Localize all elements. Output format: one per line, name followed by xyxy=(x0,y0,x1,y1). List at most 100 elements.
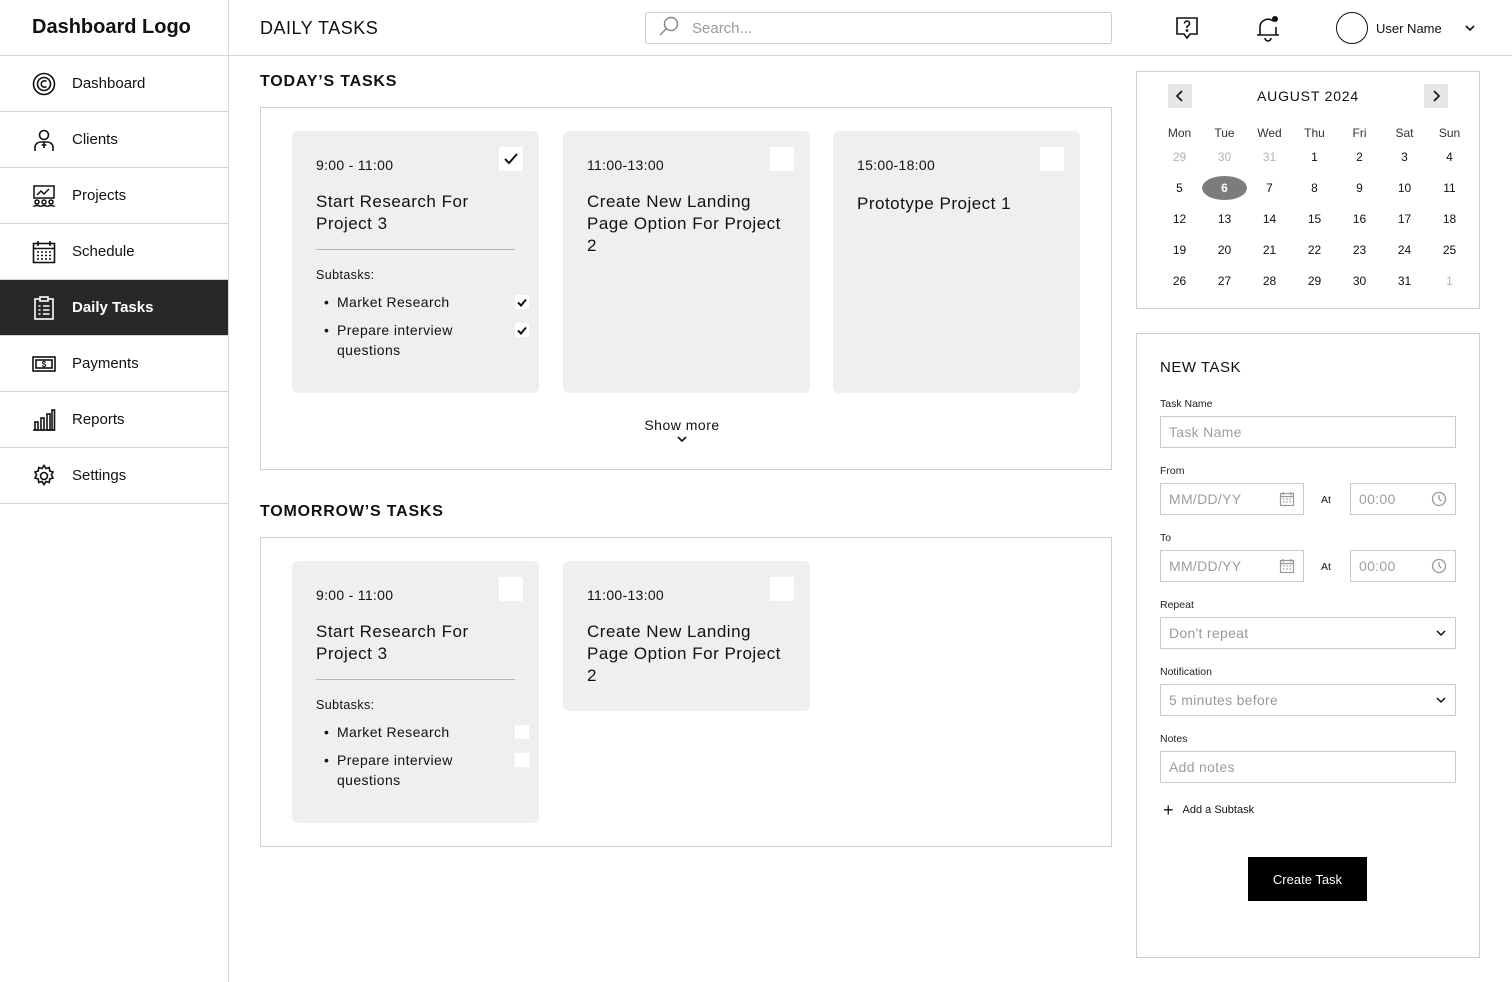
notes-field[interactable] xyxy=(1160,751,1456,783)
calendar-day[interactable]: 23 xyxy=(1337,243,1382,257)
calendar-day[interactable]: 10 xyxy=(1382,181,1427,195)
calendar-day[interactable]: 16 xyxy=(1337,212,1382,226)
calendar-icon[interactable] xyxy=(1279,558,1295,577)
user-menu[interactable]: User Name xyxy=(1336,12,1475,44)
sidebar-item-dashboard[interactable]: Dashboard xyxy=(0,56,228,112)
calendar-day[interactable]: 31 xyxy=(1247,150,1292,164)
task-checkbox[interactable] xyxy=(770,147,794,171)
weekday-label: Tue xyxy=(1214,126,1235,140)
task-card[interactable]: 9:00 - 11:00 Start Research For Project … xyxy=(292,561,539,823)
calendar-day[interactable]: 21 xyxy=(1247,243,1292,257)
task-name-field[interactable] xyxy=(1160,416,1456,448)
calendar-icon xyxy=(32,240,56,264)
add-subtask-button[interactable]: + Add a Subtask xyxy=(1163,801,1254,819)
task-checkbox[interactable] xyxy=(770,577,794,601)
bullet: • xyxy=(324,724,330,740)
subtask-checkbox-checked[interactable] xyxy=(515,295,529,309)
task-card[interactable]: 11:00-13:00 Create New Landing Page Opti… xyxy=(563,131,810,393)
at-label: At xyxy=(1321,494,1331,506)
calendar-day[interactable]: 5 xyxy=(1157,181,1202,195)
calendar-day[interactable]: 14 xyxy=(1247,212,1292,226)
subtask-checkbox[interactable] xyxy=(515,725,529,739)
task-card[interactable]: 9:00 - 11:00 Start Research For Project … xyxy=(292,131,539,393)
calendar-day-selected[interactable]: 6 xyxy=(1202,175,1247,200)
sidebar-item-reports[interactable]: Reports xyxy=(0,392,228,448)
to-date-field[interactable] xyxy=(1160,550,1304,582)
sidebar-item-payments[interactable]: $ Payments xyxy=(0,336,228,392)
notes-input[interactable] xyxy=(1169,759,1455,775)
divider xyxy=(316,679,515,680)
calendar-day[interactable]: 29 xyxy=(1292,274,1337,288)
sidebar-item-schedule[interactable]: Schedule xyxy=(0,224,228,280)
calendar-day[interactable]: 11 xyxy=(1427,181,1472,195)
calendar-day[interactable]: 4 xyxy=(1427,150,1472,164)
calendar-day[interactable]: 31 xyxy=(1382,274,1427,288)
show-more-button[interactable]: Show more xyxy=(261,417,1103,443)
calendar-prev-button[interactable] xyxy=(1168,84,1192,108)
sidebar-item-label: Reports xyxy=(72,411,125,428)
calendar-day[interactable]: 24 xyxy=(1382,243,1427,257)
help-icon[interactable] xyxy=(1172,13,1202,43)
task-checkbox[interactable] xyxy=(499,577,523,601)
calendar-day[interactable]: 28 xyxy=(1247,274,1292,288)
clock-icon[interactable] xyxy=(1431,558,1447,577)
from-date-field[interactable] xyxy=(1160,483,1304,515)
calendar-day[interactable]: 2 xyxy=(1337,150,1382,164)
calendar-day[interactable]: 30 xyxy=(1337,274,1382,288)
sidebar-item-projects[interactable]: Projects xyxy=(0,168,228,224)
calendar-next-button[interactable] xyxy=(1424,84,1448,108)
subtask-label: Prepare interview questions xyxy=(337,752,453,788)
sidebar-item-daily-tasks[interactable]: Daily Tasks xyxy=(0,280,228,336)
calendar-day[interactable]: 9 xyxy=(1337,181,1382,195)
clock-icon[interactable] xyxy=(1431,491,1447,510)
calendar-day[interactable]: 7 xyxy=(1247,181,1292,195)
subtask-checkbox[interactable] xyxy=(515,753,529,767)
dashboard-logo[interactable]: Dashboard Logo xyxy=(0,0,228,56)
checkmark-icon xyxy=(517,298,527,307)
sidebar-item-settings[interactable]: Settings xyxy=(0,448,228,504)
calendar-day[interactable]: 8 xyxy=(1292,181,1337,195)
task-card[interactable]: 11:00-13:00 Create New Landing Page Opti… xyxy=(563,561,810,711)
calendar-day[interactable]: 1 xyxy=(1292,150,1337,164)
calendar-day[interactable]: 12 xyxy=(1157,212,1202,226)
calendar-day[interactable]: 13 xyxy=(1202,212,1247,226)
sidebar-item-label: Projects xyxy=(72,187,127,204)
calendar-day[interactable]: 18 xyxy=(1427,212,1472,226)
calendar-day[interactable]: 15 xyxy=(1292,212,1337,226)
create-task-button[interactable]: Create Task xyxy=(1248,857,1367,901)
calendar-day[interactable]: 26 xyxy=(1157,274,1202,288)
task-checkbox-checked[interactable] xyxy=(499,147,523,171)
notification-bell-icon[interactable] xyxy=(1253,13,1283,43)
calendar-day[interactable]: 25 xyxy=(1427,243,1472,257)
tomorrow-section-title: TOMORROW’S TASKS xyxy=(260,503,444,520)
calendar-day[interactable]: 3 xyxy=(1382,150,1427,164)
repeat-select[interactable]: Don't repeat xyxy=(1160,617,1456,649)
from-time-field[interactable] xyxy=(1350,483,1456,515)
calendar-icon[interactable] xyxy=(1279,491,1295,510)
checkmark-icon xyxy=(504,153,518,165)
calendar-day[interactable]: 19 xyxy=(1157,243,1202,257)
weekday-label: Wed xyxy=(1257,126,1282,140)
at-label: At xyxy=(1321,561,1331,573)
calendar-day[interactable]: 22 xyxy=(1292,243,1337,257)
search-bar[interactable] xyxy=(645,12,1112,44)
calendar-day[interactable]: 30 xyxy=(1202,150,1247,164)
to-time-field[interactable] xyxy=(1350,550,1456,582)
chevron-down-icon xyxy=(1435,693,1447,709)
avatar[interactable] xyxy=(1336,12,1368,44)
calendar-day[interactable]: 1 xyxy=(1427,274,1472,288)
calendar-day[interactable]: 17 xyxy=(1382,212,1427,226)
chevron-down-icon[interactable] xyxy=(1464,21,1476,39)
calendar-day[interactable]: 20 xyxy=(1202,243,1247,257)
task-checkbox[interactable] xyxy=(1040,147,1064,171)
sidebar-item-label: Daily Tasks xyxy=(72,299,154,316)
calendar-day[interactable]: 29 xyxy=(1157,150,1202,164)
task-name-input[interactable] xyxy=(1169,424,1455,440)
task-card[interactable]: 15:00-18:00 Prototype Project 1 xyxy=(833,131,1080,393)
subtask-checkbox-checked[interactable] xyxy=(515,323,529,337)
search-input[interactable] xyxy=(692,19,1092,37)
subtask-label: Prepare interview questions xyxy=(337,322,453,358)
notification-select[interactable]: 5 minutes before xyxy=(1160,684,1456,716)
calendar-day[interactable]: 27 xyxy=(1202,274,1247,288)
sidebar-item-clients[interactable]: Clients xyxy=(0,112,228,168)
